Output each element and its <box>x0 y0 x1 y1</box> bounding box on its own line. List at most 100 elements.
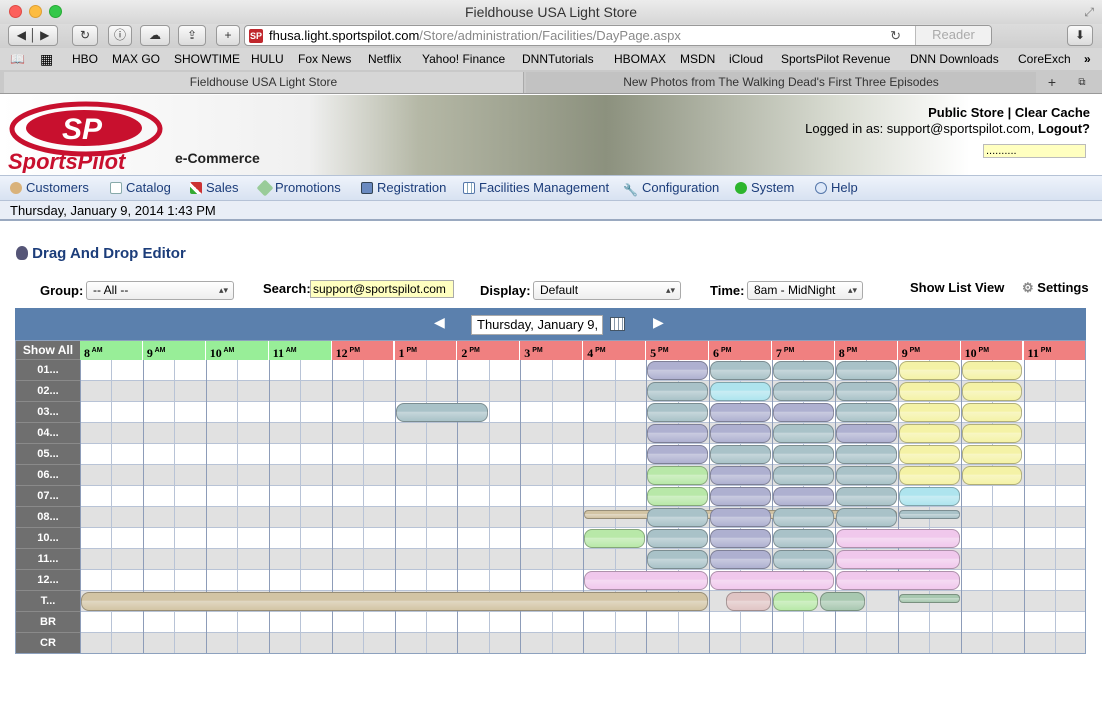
row-label[interactable]: 11... <box>16 549 80 570</box>
row-label[interactable]: CR <box>16 633 80 653</box>
booking-block[interactable] <box>772 403 834 422</box>
logout-link[interactable]: Logout? <box>1038 121 1090 136</box>
show-all-button[interactable]: Show All <box>16 341 80 360</box>
bookmark-item[interactable]: HBOMAX <box>614 48 666 70</box>
nav-registration[interactable]: Registration <box>361 176 446 200</box>
back-forward-buttons[interactable]: ◀ │ ▶ <box>8 25 58 46</box>
booking-block[interactable] <box>772 382 834 401</box>
nav-sales[interactable]: Sales <box>190 176 239 200</box>
reader-button[interactable]: Reader <box>915 26 991 45</box>
booking-block[interactable] <box>710 571 834 590</box>
tab-overview-icon[interactable]: ⧉ <box>1068 72 1096 93</box>
sportspilot-logo[interactable]: SP SportsPilot <box>6 101 166 173</box>
booking-block[interactable] <box>898 361 960 380</box>
bookmark-item[interactable]: Netflix <box>368 48 401 70</box>
booking-block[interactable] <box>772 487 834 506</box>
booking-block[interactable] <box>961 382 1023 401</box>
booking-block[interactable] <box>710 550 771 569</box>
booking-block[interactable] <box>835 571 960 590</box>
refresh-icon[interactable]: ↻ <box>890 26 901 45</box>
reload-history-icon[interactable]: ↻ <box>72 25 98 46</box>
fullscreen-icon[interactable]: ⤢ <box>1084 0 1094 24</box>
booking-block[interactable] <box>81 592 708 611</box>
new-tab-button[interactable]: + <box>216 25 240 46</box>
booking-block[interactable] <box>772 550 834 569</box>
booking-block[interactable] <box>395 403 488 422</box>
booking-block[interactable] <box>772 529 834 548</box>
booking-block[interactable] <box>710 508 771 527</box>
row-label[interactable]: 12... <box>16 570 80 591</box>
row-label[interactable]: 03... <box>16 402 80 423</box>
bookmark-item[interactable]: DNNTutorials <box>522 48 594 70</box>
nav-facilities-management[interactable]: Facilities Management <box>463 176 609 200</box>
booking-block[interactable] <box>710 487 771 506</box>
display-select[interactable]: Default ▴▾ <box>533 281 681 300</box>
group-select[interactable]: -- All -- ▴▾ <box>86 281 234 300</box>
row-label[interactable]: 01... <box>16 360 80 381</box>
booking-block[interactable] <box>647 403 708 422</box>
row-label[interactable]: BR <box>16 612 80 633</box>
reading-list-icon[interactable]: 📖 <box>10 48 25 70</box>
booking-block[interactable] <box>898 445 960 464</box>
booking-block[interactable] <box>647 382 708 401</box>
booking-block[interactable] <box>820 592 866 611</box>
booking-block[interactable] <box>647 361 708 380</box>
bookmark-item[interactable]: Yahoo! Finance <box>422 48 505 70</box>
bookmark-item[interactable]: HBO <box>72 48 98 70</box>
booking-block[interactable] <box>898 403 960 422</box>
share-icon[interactable]: ⇪ <box>178 25 206 46</box>
show-list-view-link[interactable]: Show List View <box>910 280 1004 295</box>
bookmark-item[interactable]: CoreExch <box>1018 48 1071 70</box>
prev-day-arrow[interactable]: ◀ <box>434 314 445 331</box>
new-tab-icon[interactable]: + <box>1040 72 1064 93</box>
booking-block[interactable] <box>710 424 771 443</box>
booking-block[interactable] <box>647 424 708 443</box>
zoom-window-button[interactable] <box>49 5 62 18</box>
booking-block[interactable] <box>835 529 960 548</box>
booking-block[interactable] <box>835 424 897 443</box>
row-label[interactable]: 07... <box>16 486 80 507</box>
tab-walking-dead[interactable]: New Photos from The Walking Dead's First… <box>526 72 1036 93</box>
row-label[interactable]: 04... <box>16 423 80 444</box>
booking-block[interactable] <box>772 361 834 380</box>
booking-block[interactable] <box>584 529 646 548</box>
booking-block[interactable] <box>961 424 1023 443</box>
nav-customers[interactable]: Customers <box>10 176 89 200</box>
public-store-link[interactable]: Public Store <box>928 105 1004 120</box>
booking-block[interactable] <box>961 445 1023 464</box>
search-input[interactable]: support@sportspilot.com <box>310 280 454 298</box>
booking-block[interactable] <box>835 550 960 569</box>
time-select[interactable]: 8am - MidNight ▴▾ <box>747 281 863 300</box>
bookmark-item[interactable]: MSDN <box>680 48 715 70</box>
nav-promotions[interactable]: Promotions <box>256 176 341 200</box>
booking-block[interactable] <box>710 403 771 422</box>
nav-system[interactable]: System <box>735 176 794 200</box>
booking-block[interactable] <box>835 487 897 506</box>
booking-block[interactable] <box>647 466 708 485</box>
booking-block[interactable] <box>647 445 708 464</box>
address-bar[interactable]: SP fhusa.light.sportspilot.com/Store/adm… <box>244 25 992 46</box>
cloud-icon[interactable]: ☁ <box>140 25 170 46</box>
row-label[interactable]: 06... <box>16 465 80 486</box>
nav-catalog[interactable]: Catalog <box>110 176 171 200</box>
booking-block[interactable] <box>710 529 771 548</box>
nav-help[interactable]: Help <box>815 176 858 200</box>
minimize-window-button[interactable] <box>29 5 42 18</box>
booking-block[interactable] <box>584 571 708 590</box>
booking-block[interactable] <box>835 403 897 422</box>
booking-block[interactable] <box>898 466 960 485</box>
tab-active[interactable]: Fieldhouse USA Light Store <box>4 72 524 93</box>
clear-cache-link[interactable]: Clear Cache <box>1015 105 1090 120</box>
info-icon[interactable]: ⓘ <box>108 25 132 46</box>
nav-configuration[interactable]: 🔧 Configuration <box>623 176 719 200</box>
booking-block[interactable] <box>710 382 771 401</box>
booking-block[interactable] <box>647 487 708 506</box>
booking-block[interactable] <box>772 445 834 464</box>
booking-block[interactable] <box>961 466 1023 485</box>
bookmark-item[interactable]: HULU <box>251 48 284 70</box>
booking-block[interactable] <box>710 361 771 380</box>
booking-block[interactable] <box>772 424 834 443</box>
row-label[interactable]: 02... <box>16 381 80 402</box>
download-icon[interactable]: ⬇ <box>1067 25 1093 46</box>
booking-block[interactable] <box>835 508 897 527</box>
